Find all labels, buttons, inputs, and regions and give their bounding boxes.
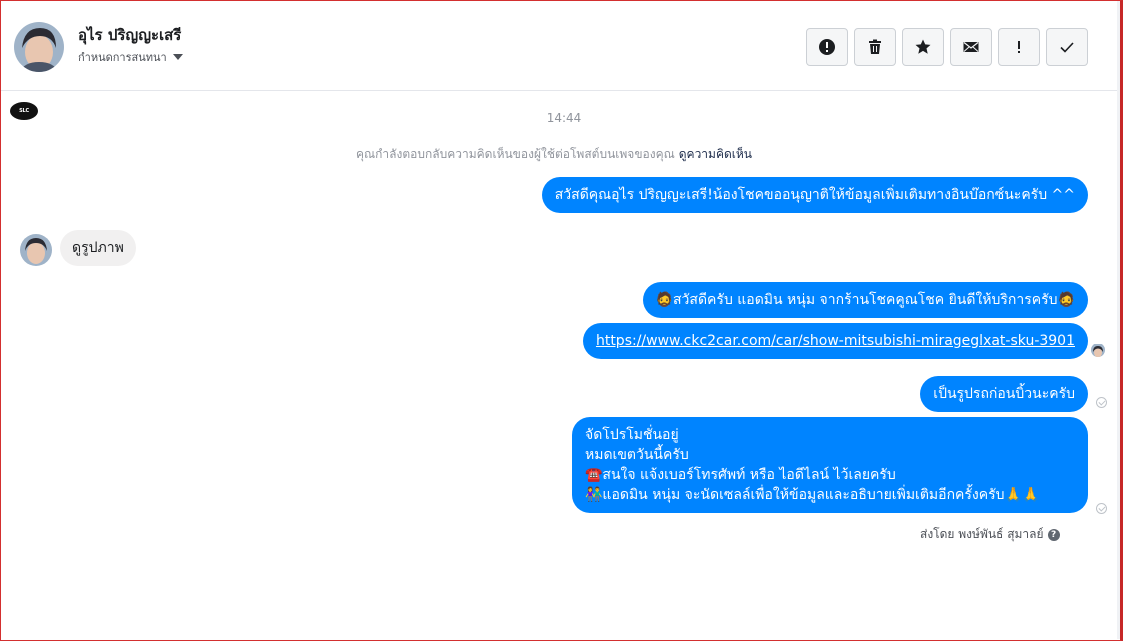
assign-conversation-dropdown[interactable]: กำหนดการสนทนา xyxy=(78,48,183,66)
star-button[interactable] xyxy=(902,28,944,66)
window-frame xyxy=(0,0,1123,641)
delete-button[interactable] xyxy=(854,28,896,66)
exclamation-circle-icon xyxy=(819,39,835,55)
question-mark-icon[interactable]: ? xyxy=(1047,528,1060,541)
message-bubble-incoming: ดูรูปภาพ xyxy=(60,230,136,266)
message-line: หมดเขตวันนี้ครับ xyxy=(585,447,689,463)
contact-avatar[interactable] xyxy=(14,22,64,72)
report-spam-button[interactable] xyxy=(806,28,848,66)
message-bubble-outgoing-link: https://www.ckc2car.com/car/show-mitsubi… xyxy=(582,323,1088,359)
caret-down-icon xyxy=(172,54,183,60)
reply-context-notice: คุณกำลังตอบกลับความคิดเห็นของผู้ใช้ต่อโพ… xyxy=(0,145,1108,164)
trash-icon xyxy=(869,39,881,54)
delivered-check-icon xyxy=(1096,397,1107,408)
seen-by-avatar xyxy=(1091,343,1105,357)
delivered-check-icon xyxy=(1096,503,1107,514)
mark-important-button[interactable] xyxy=(998,28,1040,66)
message-line: จัดโปรโมชั่นอยู่ xyxy=(585,427,679,443)
message-bubble-outgoing-multiline: จัดโปรโมชั่นอยู่ หมดเขตวันนี้ครับ ☎️สนใจ… xyxy=(572,417,1088,513)
message-link[interactable]: https://www.ckc2car.com/car/show-mitsubi… xyxy=(596,333,1075,349)
contact-name: อุไร ปริญญะเสรี xyxy=(78,26,182,44)
assign-label: กำหนดการสนทนา xyxy=(78,51,167,64)
contact-avatar-small xyxy=(20,234,52,266)
checkmark-icon xyxy=(1060,42,1074,53)
mark-done-button[interactable] xyxy=(1046,28,1088,66)
message-line: ☎️สนใจ แจ้งเบอร์โทรศัพท์ หรือ ไอดีไลน์ ไ… xyxy=(585,467,896,483)
star-icon xyxy=(915,39,931,54)
message-bubble-outgoing: สวัสดีคุณอุไร ปริญญะเสรี!น้องโชคขออนุญาต… xyxy=(541,177,1088,213)
envelope-icon xyxy=(963,42,979,52)
message-timestamp: 14:44 xyxy=(546,111,582,125)
sent-by-label: ส่งโดย พงษ์พันธ์ สุมาลย์ ? xyxy=(920,525,1060,544)
conversation-header: อุไร ปริญญะเสรี กำหนดการสนทนา xyxy=(1,1,1117,91)
notice-text: คุณกำลังตอบกลับความคิดเห็นของผู้ใช้ต่อโพ… xyxy=(356,147,675,161)
conversation-toolbar xyxy=(806,28,1088,66)
mark-unread-button[interactable] xyxy=(950,28,992,66)
view-comment-link[interactable]: ดูความคิดเห็น xyxy=(679,147,752,161)
message-line: 👫แอดมิน หนุ่ม จะนัดเซลล์เพื่อให้ข้อมูลแล… xyxy=(585,487,1040,503)
message-bubble-outgoing: 🧔สวัสดีครับ แอดมิน หนุ่ม จากร้านโชคคูณโช… xyxy=(642,282,1088,318)
message-bubble-outgoing: เป็นรูปรถก่อนบิ้วนะครับ xyxy=(920,376,1088,412)
exclamation-icon xyxy=(1018,41,1020,53)
scrollbar[interactable] xyxy=(1117,1,1120,639)
